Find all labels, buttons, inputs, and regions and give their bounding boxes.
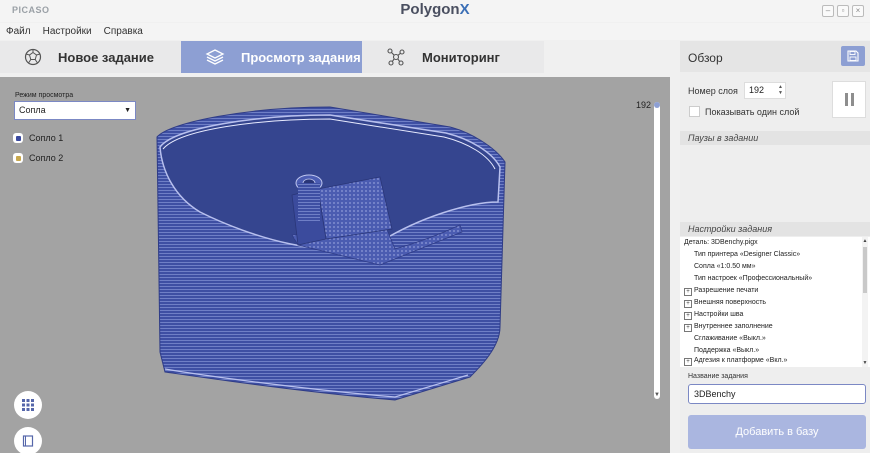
tree-item-expandable[interactable]: + Адгезия к платформе «Вкл.» [684,357,787,366]
tab-job-preview[interactable]: Просмотр задания [181,41,362,73]
tree-item-expandable[interactable]: + Внешняя поверхность [684,299,766,308]
minimize-icon[interactable]: – [822,5,834,17]
tree-item: Сопла «1:0.50 мм» [694,263,756,270]
tree-item: Тип принтера «Designer Classic» [694,251,801,258]
network-icon [387,48,405,66]
panel-header: Обзор [680,41,870,72]
job-name-input[interactable]: 3DBenchy [688,384,866,404]
expand-icon[interactable]: + [684,358,692,366]
layer-number-label: Номер слоя [688,86,738,96]
legend-nozzle-1: Сопло 1 [13,133,63,143]
pauses-header: Паузы в задании [680,131,870,145]
details-scrollbar[interactable]: ▲ ▼ [862,237,868,367]
job-details-tree: Деталь: 3DBenchy.pigx Тип принтера «Desi… [680,237,870,367]
maximize-icon[interactable]: ▫ [837,5,849,17]
panel-title: Обзор [688,51,723,65]
model-render [156,106,506,401]
model-viewport[interactable]: Режим просмотра Сопла ▼ Сопло 1 Сопло 2 … [0,77,670,453]
title-bar: PICASO PolygonX – ▫ × [0,0,870,22]
close-icon[interactable]: × [852,5,864,17]
settings-header: Настройки задания [680,222,870,236]
save-button[interactable] [841,46,865,66]
layer-slider-handle[interactable] [654,102,660,108]
menu-file[interactable]: Файл [6,23,31,40]
expand-icon[interactable]: + [684,300,692,308]
grid-view-button[interactable] [14,391,42,419]
chevron-up-icon[interactable]: ▲ [862,238,868,244]
tree-item-expandable[interactable]: + Разрешение печати [684,287,758,296]
chevron-down-icon[interactable]: ▼ [654,392,660,398]
book-view-button[interactable] [14,427,42,453]
grid-icon [22,399,34,411]
ball-icon [24,48,42,66]
save-icon [847,50,859,62]
view-mode-label: Режим просмотра [15,92,74,99]
menu-bar: Файл Настройки Справка [0,23,870,40]
tab-monitoring[interactable]: Мониторинг [362,41,544,73]
job-name-label: Название задания [688,373,748,380]
menu-settings[interactable]: Настройки [43,23,92,40]
pause-button[interactable] [832,81,866,118]
spinner-icon[interactable]: ▲ ▼ [778,84,783,96]
menu-help[interactable]: Справка [104,23,143,40]
expand-icon[interactable]: + [684,288,692,296]
chevron-down-icon: ▼ [124,107,131,114]
nozzle-2-swatch [13,153,23,163]
single-layer-checkbox[interactable] [689,106,700,117]
expand-icon[interactable]: + [684,324,692,332]
expand-icon[interactable]: + [684,312,692,320]
chevron-down-icon[interactable]: ▼ [862,360,868,366]
tree-item: Деталь: 3DBenchy.pigx [684,239,758,246]
layer-slider[interactable]: ▼ [654,102,660,399]
layer-slider-value: 192 [636,100,652,110]
nozzle-1-swatch [13,133,23,143]
legend-nozzle-2: Сопло 2 [13,153,63,163]
window-controls: – ▫ × [822,5,864,17]
tree-item: Сглаживание «Выкл.» [694,335,766,342]
main-tabs: Новое задание Просмотр задания Мониторин… [0,41,544,73]
layers-icon [205,49,225,65]
tree-item: Поддержка «Выкл.» [694,347,760,354]
tree-item: Тип настроек «Профессиональный» [694,275,813,282]
add-to-database-button[interactable]: Добавить в базу [688,415,866,449]
book-icon [22,435,34,447]
pause-icon [844,93,848,106]
view-mode-select[interactable]: Сопла ▼ [14,101,136,120]
pauses-list [680,145,870,218]
overview-panel: Обзор Номер слоя 192 ▲ ▼ Показывать один … [680,41,870,453]
tab-new-job[interactable]: Новое задание [0,41,181,73]
app-title: PolygonX [400,1,470,18]
single-layer-label: Показывать один слой [705,107,800,117]
tree-item-expandable[interactable]: + Внутреннее заполнение [684,323,773,332]
scrollbar-thumb[interactable] [863,247,867,293]
layer-number-input[interactable]: 192 ▲ ▼ [744,82,786,99]
tree-item-expandable[interactable]: + Настройки шва [684,311,743,320]
